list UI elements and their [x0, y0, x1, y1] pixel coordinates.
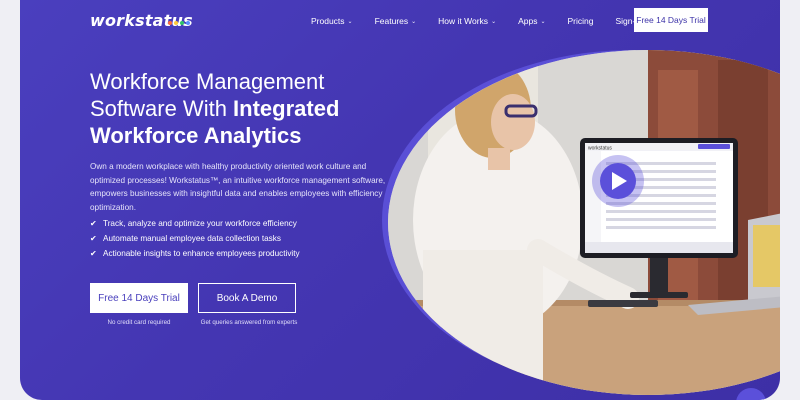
- logo-dot: [174, 21, 178, 25]
- nav-label: How it Works: [438, 16, 489, 26]
- trial-subtext: No credit card required: [107, 319, 171, 326]
- feature-list: ✔ Track, analyze and optimize your workf…: [90, 216, 300, 261]
- chevron-down-icon: ⌄: [347, 18, 353, 25]
- nav-label: Features: [374, 16, 409, 26]
- office-illustration: workstatus: [388, 50, 780, 395]
- list-item: ✔ Track, analyze and optimize your workf…: [90, 216, 300, 231]
- logo-dot: [180, 21, 184, 25]
- headline-line3: Workforce Analytics: [90, 123, 302, 148]
- hero-description: Own a modern workplace with healthy prod…: [90, 162, 386, 212]
- book-demo-button[interactable]: Book A Demo: [198, 283, 296, 313]
- nav-apps[interactable]: Apps ⌄: [518, 16, 545, 26]
- free-trial-button[interactable]: Free 14 Days Trial: [90, 283, 188, 313]
- chevron-down-icon: ⌄: [491, 18, 497, 25]
- nav-label: Products: [311, 16, 345, 26]
- hero-image: workstatus: [388, 50, 780, 395]
- nav-pricing[interactable]: Pricing: [568, 16, 594, 26]
- nav-how-it-works[interactable]: How it Works ⌄: [438, 16, 496, 26]
- main-nav: Products ⌄ Features ⌄ How it Works ⌄ App…: [311, 16, 664, 26]
- hero-section: workstatus Products ⌄ Features ⌄ How it …: [20, 0, 780, 400]
- chevron-down-icon: ⌄: [540, 18, 546, 25]
- feature-text: Automate manual employee data collection…: [103, 234, 281, 243]
- logo-dots: [168, 21, 190, 25]
- nav-label: Pricing: [567, 16, 594, 26]
- nav-products[interactable]: Products ⌄: [311, 16, 353, 26]
- monitor-brand: workstatus: [588, 146, 612, 152]
- nav-label: Apps: [518, 16, 538, 26]
- page-title: Workforce Management Software With Integ…: [90, 68, 390, 149]
- logo-dot: [168, 21, 172, 25]
- feature-text: Track, analyze and optimize your workfor…: [103, 219, 297, 228]
- check-icon: ✔: [90, 249, 97, 258]
- check-icon: ✔: [90, 219, 97, 228]
- headline-line1: Workforce Management: [90, 69, 325, 94]
- chevron-down-icon: ⌄: [411, 18, 417, 25]
- nav-features[interactable]: Features ⌄: [375, 16, 417, 26]
- chat-button[interactable]: [736, 388, 766, 400]
- list-item: ✔ Automate manual employee data collecti…: [90, 231, 300, 246]
- check-icon: ✔: [90, 234, 97, 243]
- demo-subtext: Get queries answered from experts: [200, 319, 298, 326]
- logo-dot: [186, 21, 190, 25]
- nav-free-trial-button[interactable]: Free 14 Days Trial: [634, 8, 708, 32]
- headline-line2-prefix: Software With: [90, 96, 234, 121]
- feature-text: Actionable insights to enhance employees…: [103, 249, 300, 258]
- list-item: ✔ Actionable insights to enhance employe…: [90, 246, 300, 261]
- headline-line2-bold: Integrated: [233, 96, 340, 121]
